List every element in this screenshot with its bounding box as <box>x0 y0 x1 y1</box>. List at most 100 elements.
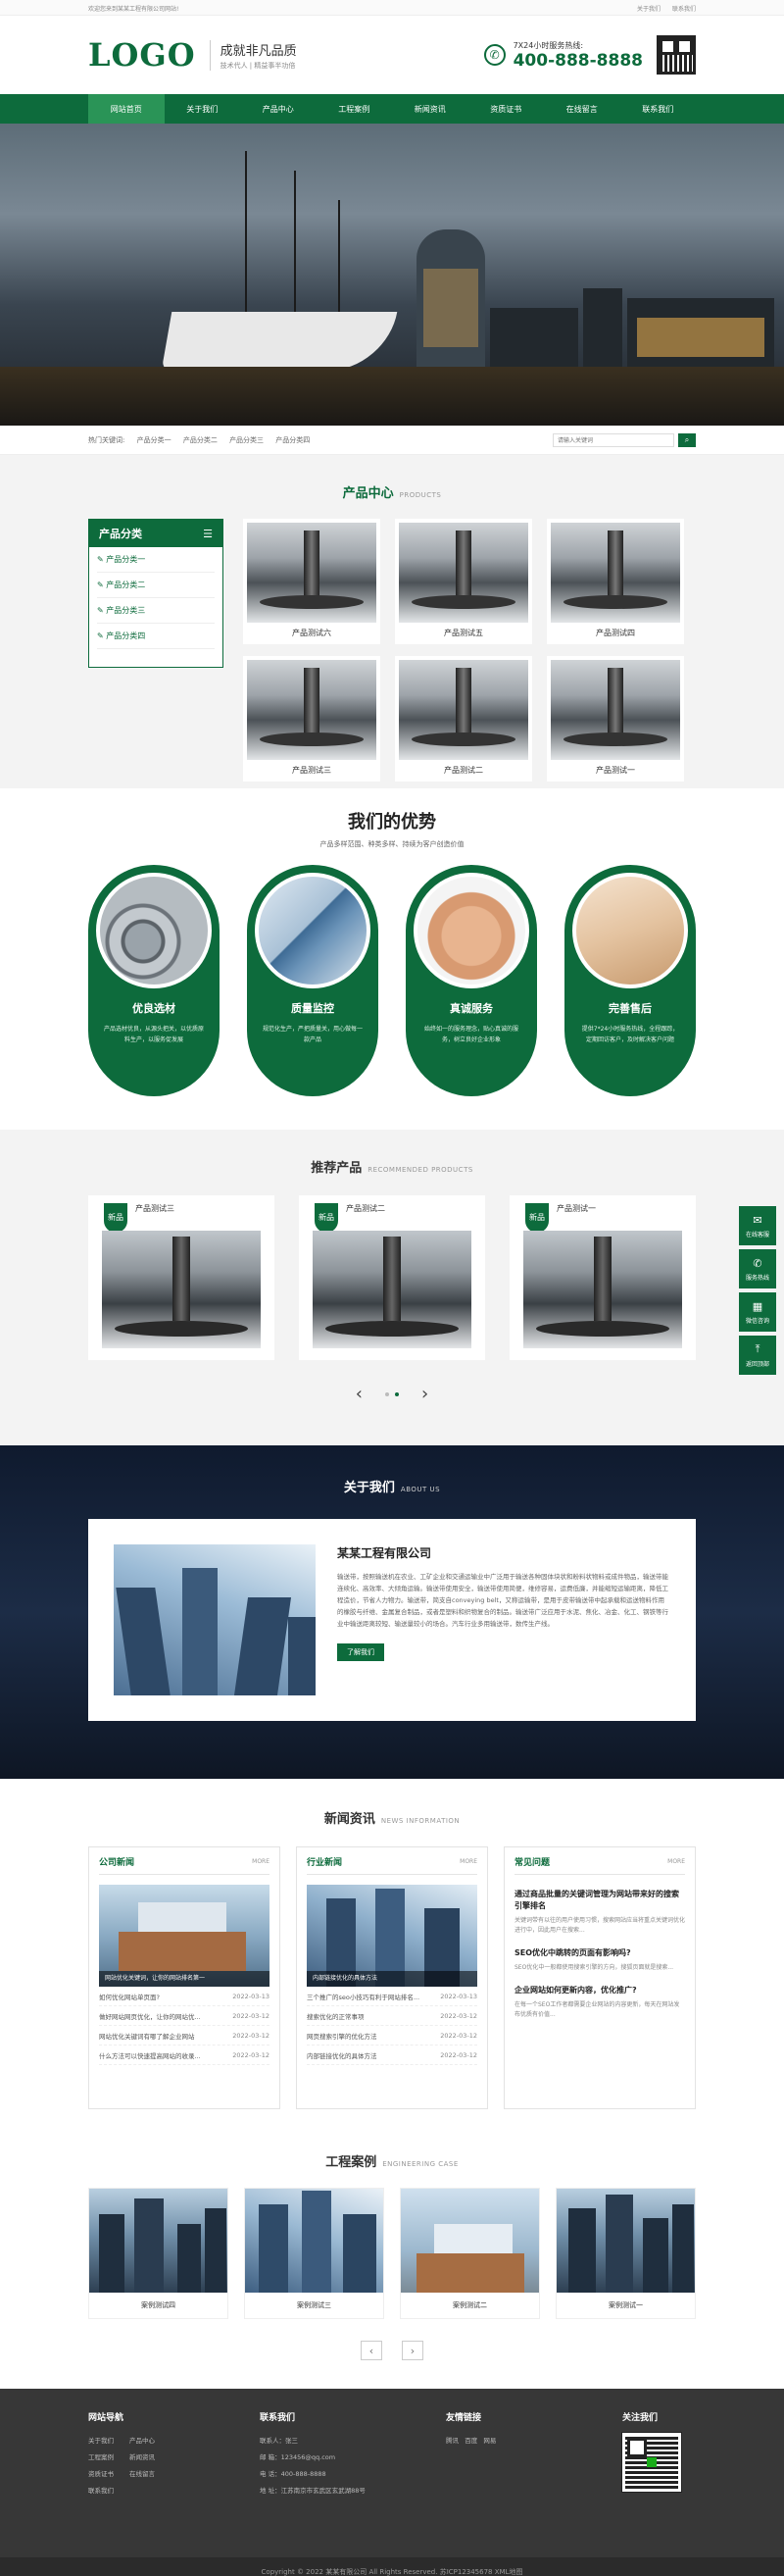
advantage-title: 完善售后 <box>609 1002 652 1015</box>
product-card[interactable]: 产品测试二 <box>395 656 532 782</box>
news-item[interactable]: 三个推广的seo小技巧有利于网站排名... 2022-03-13 <box>307 1987 477 2006</box>
footer-link[interactable]: 工程案例 <box>88 2450 129 2466</box>
advantage-desc: 规范化生产，严把质量关，用心做每一款产品 <box>263 1026 364 1043</box>
carousel-dot-active[interactable] <box>395 1391 399 1396</box>
more-link[interactable]: MORE <box>460 1858 477 1865</box>
category-item[interactable]: ✎ 产品分类四 <box>97 624 215 649</box>
friend-link[interactable]: 腾讯 <box>446 2437 459 2445</box>
product-card[interactable]: 产品测试一 <box>547 656 684 782</box>
search-input[interactable] <box>553 433 674 447</box>
faq-item[interactable]: 通过商品批量的关键词管理为网站带来好的搜索引擎排名 关键词带有以往的用户使用习惯，… <box>514 1889 685 1936</box>
category-item[interactable]: ✎ 产品分类二 <box>97 573 215 598</box>
wechat-button[interactable]: ▦ 微信咨询 <box>739 1292 776 1332</box>
keyword-link[interactable]: 产品分类一 <box>137 436 172 444</box>
footer-link[interactable]: 联系我们 <box>88 2483 129 2500</box>
faq-item[interactable]: 企业网站如何更新内容，优化推广? 在每一个SEO工作者都需要企业网站的内容更新，每… <box>514 1985 685 2020</box>
qr-icon: ▦ <box>752 1299 763 1313</box>
news-image[interactable]: 网站优化关键词，让你的网站排名第一 <box>99 1885 270 1987</box>
product-name: 产品测试四 <box>596 629 635 637</box>
carousel-dot[interactable] <box>385 1391 389 1396</box>
news-item[interactable]: 网站优化关键词有哪了解企业网站 2022-03-12 <box>99 2026 270 2046</box>
news-item[interactable]: 网页搜索引擎的优化方法 2022-03-12 <box>307 2026 477 2046</box>
nav-cases[interactable]: 工程案例 <box>317 94 393 124</box>
more-link[interactable]: MORE <box>667 1858 685 1865</box>
case-card[interactable]: 案例测试三 <box>244 2188 384 2319</box>
news-image[interactable]: 内部链接优化的具体方法 <box>307 1885 477 1987</box>
advantage-title: 质量监控 <box>291 1002 334 1015</box>
recommended-card[interactable]: 新品 产品测试一 <box>510 1195 696 1360</box>
product-card[interactable]: 产品测试四 <box>547 519 684 644</box>
case-name: 案例测试二 <box>453 2301 487 2309</box>
hotline: ✆ 7X24小时服务热线: 400-888-8888 <box>483 35 696 75</box>
case-image <box>401 2189 539 2293</box>
recommended-card[interactable]: 新品 产品测试二 <box>299 1195 485 1360</box>
case-name: 案例测试四 <box>141 2301 175 2309</box>
advantage-card: 完善售后 提供7*24小时服务热线，全程跟踪，定期回访客户，及时解决客户问题 <box>564 865 696 1096</box>
news-section: 新闻资讯 NEWS INFORMATION 公司新闻 MORE 网站优化关键词，让你… <box>0 1779 784 2132</box>
copyright: Copyright © 2022 某某有限公司 All Rights Reser… <box>0 2557 784 2576</box>
nav-news[interactable]: 新闻资讯 <box>392 94 468 124</box>
footer-link[interactable]: 新闻资讯 <box>129 2450 171 2466</box>
news-item[interactable]: 什么方法可以快速提高网站的收录... 2022-03-12 <box>99 2046 270 2065</box>
ship-mast <box>338 200 340 318</box>
product-card[interactable]: 产品测试六 <box>243 519 380 644</box>
product-name: 产品测试六 <box>292 629 331 637</box>
nav-about[interactable]: 关于我们 <box>165 94 241 124</box>
footer-link[interactable]: 资质证书 <box>88 2466 129 2483</box>
friend-link[interactable]: 网易 <box>483 2437 496 2445</box>
advantages-title: 我们的优势 <box>348 812 436 833</box>
contact-email: 邮 箱：123456@qq.com <box>260 2453 336 2461</box>
chevron-left-icon[interactable]: ‹ <box>356 1384 363 1404</box>
keyword-link[interactable]: 产品分类四 <box>275 436 310 444</box>
faq-item[interactable]: SEO优化中跳转的页面有影响吗? SEO优化中一般都使用搜索引擎的方向，搜狐页面就… <box>514 1947 685 1973</box>
news-item[interactable]: 做好网站网页优化，让你的网站优... 2022-03-12 <box>99 2006 270 2026</box>
nav-products[interactable]: 产品中心 <box>240 94 317 124</box>
nav-contact[interactable]: 联系我们 <box>620 94 697 124</box>
cases-title: 工程案例 <box>325 2155 377 2170</box>
category-item[interactable]: ✎ 产品分类三 <box>97 598 215 624</box>
chevron-right-icon[interactable]: › <box>421 1384 428 1404</box>
advantages-section: 我们的优势 产品多样范围、种类多样、持续为客户创造价值 优良选材 产品选材优良，… <box>0 788 784 1130</box>
news-item[interactable]: 内部链接优化的具体方法 2022-03-12 <box>307 2046 477 2065</box>
footer-link[interactable]: 关于我们 <box>88 2433 129 2450</box>
wechat-qr-icon <box>621 2432 682 2493</box>
case-card[interactable]: 案例测试二 <box>400 2188 540 2319</box>
category-item[interactable]: ✎ 产品分类一 <box>97 547 215 573</box>
cases-title-en: ENGINEERING CASE <box>382 2160 459 2168</box>
case-card[interactable]: 案例测试一 <box>556 2188 696 2319</box>
chevron-right-icon[interactable]: › <box>402 2341 423 2360</box>
top-link-about[interactable]: 关于我们 <box>637 6 661 13</box>
keyword-link[interactable]: 产品分类三 <box>229 436 264 444</box>
float-label: 在线客服 <box>745 1231 769 1238</box>
list-icon: ☰ <box>203 527 213 540</box>
column-title: 公司新闻 <box>99 1858 135 1868</box>
logo[interactable]: LOGO <box>88 36 196 74</box>
keyword-link[interactable]: 产品分类二 <box>183 436 218 444</box>
advantage-desc: 始终如一的服务理念，贴心真诚的服务，树立良好企业形象 <box>423 1026 518 1043</box>
product-card[interactable]: 产品测试三 <box>243 656 380 782</box>
about-title: 关于我们 <box>343 1481 395 1495</box>
nav-message[interactable]: 在线留言 <box>544 94 620 124</box>
back-to-top-button[interactable]: ⤒ 返回顶部 <box>739 1336 776 1375</box>
nav-certificates[interactable]: 资质证书 <box>468 94 545 124</box>
online-service-button[interactable]: ✉ 在线客服 <box>739 1206 776 1245</box>
product-card[interactable]: 产品测试五 <box>395 519 532 644</box>
recommended-card[interactable]: 新品 产品测试三 <box>88 1195 274 1360</box>
category-title: 产品分类 <box>99 528 142 540</box>
chevron-left-icon[interactable]: ‹ <box>361 2341 382 2360</box>
case-card[interactable]: 案例测试四 <box>88 2188 228 2319</box>
footer-link[interactable]: 产品中心 <box>129 2433 171 2450</box>
top-link-contact[interactable]: 联系我们 <box>672 6 696 13</box>
footer-link[interactable]: 在线留言 <box>129 2466 171 2483</box>
welcome-text: 欢迎您来到某某工程有限公司网站! <box>88 5 179 13</box>
more-link[interactable]: MORE <box>252 1858 270 1865</box>
search-icon[interactable]: ⌕ <box>678 433 696 447</box>
float-label: 返回顶部 <box>745 1361 769 1368</box>
news-item[interactable]: 如何优化网站单页面? 2022-03-13 <box>99 1987 270 2006</box>
news-item[interactable]: 搜索优化的正常事项 2022-03-12 <box>307 2006 477 2026</box>
about-more-button[interactable]: 了解我们 <box>337 1643 384 1661</box>
hotline-button[interactable]: ✆ 服务热线 <box>739 1249 776 1288</box>
nav-home[interactable]: 网站首页 <box>88 94 165 124</box>
friend-link[interactable]: 百度 <box>465 2437 477 2445</box>
recommended-title-en: RECOMMENDED PRODUCTS <box>368 1166 473 1174</box>
